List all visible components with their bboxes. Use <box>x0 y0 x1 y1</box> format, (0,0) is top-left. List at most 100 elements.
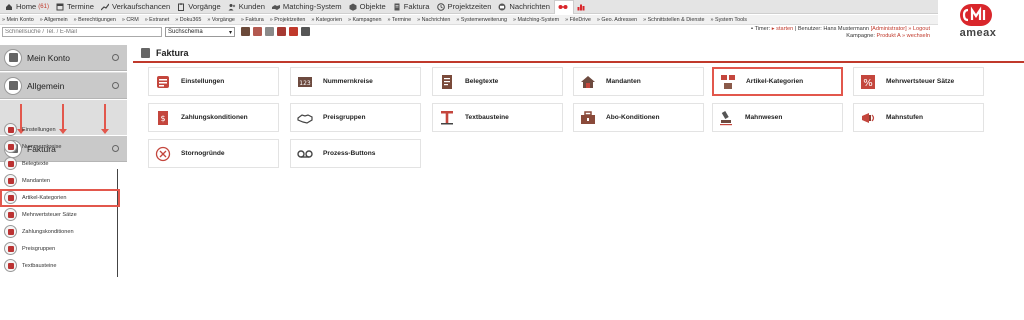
tile-nummernkreise[interactable]: 123 Nummernkreise <box>290 67 421 96</box>
toolbar-icons <box>241 27 310 36</box>
gear-icon[interactable] <box>112 82 119 89</box>
ameax-logo: ameax <box>946 4 1010 40</box>
subnav-item[interactable]: » CRM <box>122 17 139 23</box>
sidebar-item-belegtexte[interactable]: Belegtexte <box>4 155 114 172</box>
voicemail-icon <box>297 146 313 162</box>
kampagne-value[interactable]: Produkt A <box>876 33 900 39</box>
sidebar-section-mein-konto[interactable]: Mein Konto <box>0 45 127 71</box>
sidebar-item-textbausteine[interactable]: Textbausteine <box>4 257 114 274</box>
sidebar-item-einstellungen[interactable]: Einstellungen <box>4 121 114 138</box>
subnav-item[interactable]: » Geo. Adressen <box>597 17 637 23</box>
gear-icon[interactable] <box>112 54 119 61</box>
link-icon <box>558 3 568 11</box>
tile-stornogruende[interactable]: Stornogründe <box>148 139 279 168</box>
sidebar-item-nummernkreise[interactable]: Nummernkreise <box>4 138 114 155</box>
top-navigation: Home (61) Termine Verkaufschancen Vorgän… <box>0 0 938 14</box>
tile-mandanten[interactable]: Mandanten <box>573 67 704 96</box>
play-icon: ▸ <box>771 26 775 32</box>
subnav-item[interactable]: » Nachrichten <box>417 17 450 23</box>
toolbox-icon <box>580 110 596 126</box>
toolbar: Suchschema ▾ ▪ Timer: ▸ starten | Benutz… <box>0 26 938 39</box>
cancel-icon <box>155 146 171 162</box>
timer-start-link[interactable]: starten <box>776 26 793 32</box>
logout-link[interactable]: » Logout <box>908 26 930 32</box>
print-tool-icon[interactable] <box>289 27 298 36</box>
tile-belegtexte[interactable]: Belegtexte <box>432 67 563 96</box>
subnav-item[interactable]: » Allgemein <box>40 17 68 23</box>
nav-projektzeiten[interactable]: Projektzeiten <box>434 0 496 14</box>
sidebar-item-mandanten[interactable]: Mandanten <box>4 172 114 189</box>
tile-prozess-buttons[interactable]: Prozess-Buttons <box>290 139 421 168</box>
tile-label: Mahnwesen <box>745 114 783 121</box>
tile-label: Preisgruppen <box>323 114 366 121</box>
sidebar-item-label: Preisgruppen <box>22 245 56 252</box>
subnav-item[interactable]: » Faktura <box>241 17 264 23</box>
tile-textbausteine[interactable]: Textbausteine <box>432 103 563 132</box>
handshake-icon <box>297 110 313 126</box>
nav-objekte[interactable]: Objekte <box>346 0 390 14</box>
sidebar-item-zahlungskonditionen[interactable]: Zahlungskonditionen <box>4 223 114 240</box>
subnav-item[interactable]: » Doku365 <box>175 17 201 23</box>
tile-label: Zahlungskonditionen <box>181 114 248 121</box>
text-icon <box>4 259 17 272</box>
tile-preisgruppen[interactable]: Preisgruppen <box>290 103 421 132</box>
sidebar-section-label: Allgemein <box>27 80 65 91</box>
sidebar-item-mehrwertsteuer[interactable]: Mehrwertsteuer Sätze <box>4 206 114 223</box>
tile-mehrwertsteuer[interactable]: % Mehrwertsteuer Sätze <box>853 67 984 96</box>
nav-label: Objekte <box>359 2 386 11</box>
settings-icon <box>4 123 17 136</box>
subnav-item[interactable]: » Mein Konto <box>2 17 34 23</box>
subnav-item[interactable]: » Schnittstellen & Dienste <box>643 17 704 23</box>
nav-stats[interactable] <box>574 0 592 14</box>
tile-label: Textbausteine <box>465 114 509 121</box>
subnav-item[interactable]: » Termine <box>388 17 412 23</box>
tile-einstellungen[interactable]: Einstellungen <box>148 67 279 96</box>
calendar-icon <box>56 3 64 11</box>
nav-verkaufschancen[interactable]: Verkaufschancen <box>98 0 174 14</box>
subnav-item[interactable]: » Berechtigungen <box>74 17 116 23</box>
users-tool-icon[interactable] <box>241 27 250 36</box>
tile-artikel-kategorien[interactable]: Artikel-Kategorien <box>712 67 843 96</box>
nav-kunden[interactable]: Kunden <box>225 0 269 14</box>
nav-matching[interactable]: Matching-System <box>269 0 346 14</box>
subnav-item[interactable]: » FileDrive <box>565 17 591 23</box>
sidebar-section-label: Mein Konto <box>27 52 70 63</box>
quick-search-input[interactable] <box>2 27 162 37</box>
nav-termine[interactable]: Termine <box>53 0 98 14</box>
document-tool-icon[interactable] <box>277 27 286 36</box>
search-schema-select[interactable]: Suchschema ▾ <box>165 27 235 37</box>
calendar-tool-icon[interactable] <box>265 27 274 36</box>
subnav-item[interactable]: » System Tools <box>711 17 747 23</box>
tile-mahnstufen[interactable]: Mahnstufen <box>853 103 984 132</box>
nav-extra-tab[interactable] <box>553 0 574 14</box>
tile-zahlungskonditionen[interactable]: $ Zahlungskonditionen <box>148 103 279 132</box>
subnav-item[interactable]: » Kategorien <box>311 17 342 23</box>
admin-link[interactable]: [Administrator] <box>871 26 907 32</box>
kampagne-switch-link[interactable]: » wechseln <box>902 33 930 39</box>
sidebar-item-preisgruppen[interactable]: Preisgruppen <box>4 240 114 257</box>
subnav-item[interactable]: » Extranet <box>145 17 170 23</box>
subnav-item[interactable]: » Vorgänge <box>207 17 235 23</box>
page-title: Faktura <box>156 47 189 58</box>
nav-home[interactable]: Home (61) <box>2 0 53 14</box>
sidebar-section-allgemein[interactable]: Allgemein <box>0 73 127 99</box>
chart-icon <box>100 3 110 11</box>
tile-abo-konditionen[interactable]: Abo-Konditionen <box>573 103 704 132</box>
percent-icon: % <box>860 74 876 90</box>
tile-mahnwesen[interactable]: Mahnwesen <box>712 103 843 132</box>
subnav-item[interactable]: » Projektzeiten <box>270 17 306 23</box>
logo-text: ameax <box>959 27 997 39</box>
users-icon <box>228 3 236 11</box>
tile-label: Belegtexte <box>465 78 499 85</box>
archive-tool-icon[interactable] <box>301 27 310 36</box>
chart-tool-icon[interactable] <box>253 27 262 36</box>
svg-text:%: % <box>863 78 873 89</box>
nav-nachrichten[interactable]: Nachrichten <box>495 0 554 14</box>
nav-faktura[interactable]: Faktura <box>390 0 434 14</box>
nav-label: Home <box>16 2 37 11</box>
subnav-item[interactable]: » Systemerweiterung <box>456 17 507 23</box>
subnav-item[interactable]: » Matching-System <box>513 17 559 23</box>
subnav-item[interactable]: » Kampagnen <box>348 17 382 23</box>
money-icon <box>4 225 17 238</box>
nav-vorgaenge[interactable]: Vorgänge <box>174 0 225 14</box>
